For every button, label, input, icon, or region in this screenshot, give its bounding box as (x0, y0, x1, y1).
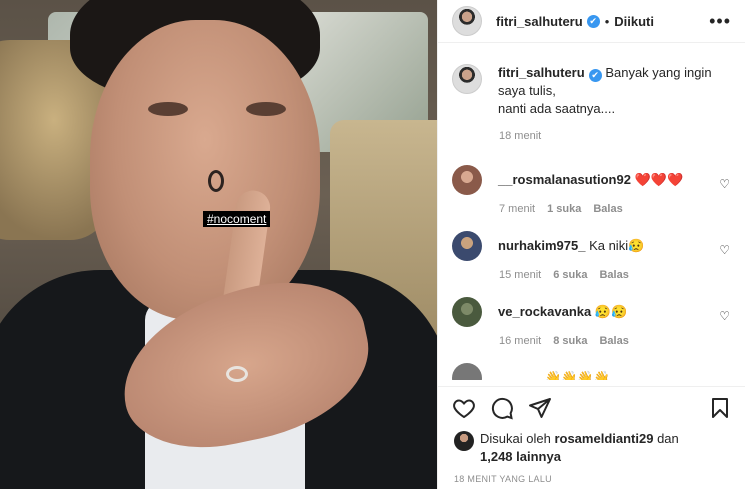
comment-reply-button[interactable]: Balas (599, 269, 628, 281)
comment-text: 😥😥 (594, 304, 628, 319)
post-side-panel: fitri_salhuteru ✔ • Diikuti ••• fitri_sa… (437, 0, 745, 489)
comment-item: nurhakim975_ Ka niki😥 ♡ (452, 231, 730, 261)
comment-like-heart-icon[interactable]: ♡ (719, 177, 730, 191)
comment-time: 15 menit (499, 269, 542, 281)
caption-line-1: Banyak yang ingin (605, 65, 712, 80)
right-eye (246, 102, 286, 116)
verified-badge-icon: ✔ (586, 14, 600, 28)
comment-item: ve_rockavanka 😥😥 ♡ (452, 297, 730, 327)
likes-count[interactable]: 1,248 lainnya (480, 449, 561, 464)
comment-likes-count[interactable]: 6 suka (553, 269, 587, 281)
left-eye (148, 102, 188, 116)
comment-avatar[interactable] (452, 297, 482, 327)
hashtag-sticker[interactable]: #nocoment (203, 211, 271, 227)
separator-dot: • (604, 13, 610, 29)
post-timestamp[interactable]: 18 MENIT YANG LALU (454, 474, 552, 484)
finger-ring (226, 366, 248, 382)
comment-text: Ka niki😥 (589, 238, 645, 253)
comment-avatar[interactable] (452, 231, 482, 261)
comment-time: 7 menit (499, 203, 536, 215)
comment-meta: 15 menit 6 suka Balas (499, 269, 730, 281)
verified-badge-icon: ✔ (588, 69, 602, 82)
author-avatar[interactable] (452, 6, 482, 36)
share-icon[interactable] (528, 396, 552, 420)
liker-avatar[interactable] (454, 431, 474, 451)
heart-icon[interactable] (452, 396, 476, 420)
nose-ring (208, 170, 224, 192)
caption-line-3: nanti ada saatnya.... (498, 101, 616, 116)
comment-username[interactable]: nurhakim975_ (498, 238, 585, 253)
comment-time: 16 menit (499, 335, 542, 347)
comments-list[interactable]: fitri_salhuteru ✔ Banyak yang ingin saya … (438, 44, 745, 380)
comment-username[interactable]: __rosmalanasution92 (498, 172, 631, 187)
likes-prefix: Disukai oleh (480, 431, 551, 446)
post-photo[interactable]: #nocoment (0, 0, 437, 489)
caption: fitri_salhuteru ✔ Banyak yang ingin saya … (452, 64, 730, 118)
comment-likes-count[interactable]: 1 suka (547, 203, 581, 215)
comment-text: 👋👋👋👋 (545, 370, 610, 380)
comment-reply-button[interactable]: Balas (593, 203, 622, 215)
caption-time: 18 menit (499, 130, 542, 142)
caption-avatar[interactable] (452, 64, 482, 94)
comment-like-heart-icon[interactable]: ♡ (719, 309, 730, 323)
caption-text: fitri_salhuteru ✔ Banyak yang ingin saya … (498, 64, 712, 118)
follow-status-button[interactable]: Diikuti (614, 14, 654, 29)
post-header: fitri_salhuteru ✔ • Diikuti ••• (438, 0, 745, 43)
comment-username[interactable]: ______ (498, 370, 541, 380)
liker-username[interactable]: rosameldianti29 (554, 431, 653, 446)
comment-item: ______ 👋👋👋👋 (452, 363, 730, 380)
comment-username[interactable]: ve_rockavanka (498, 304, 591, 319)
likes-conj: dan (657, 431, 679, 446)
comment-meta: 16 menit 8 suka Balas (499, 335, 730, 347)
face (90, 20, 320, 320)
caption-username[interactable]: fitri_salhuteru (498, 65, 585, 80)
likes-summary: Disukai oleh rosameldianti29 dan 1,248 l… (454, 430, 734, 466)
more-dots-icon[interactable]: ••• (709, 11, 731, 32)
bookmark-icon[interactable] (708, 396, 732, 420)
comment-meta: 7 menit 1 suka Balas (499, 203, 730, 215)
comment-avatar[interactable] (452, 363, 482, 380)
comment-avatar[interactable] (452, 165, 482, 195)
comment-item: __rosmalanasution92 ❤️❤️❤️ ♡ (452, 165, 730, 195)
comment-icon[interactable] (490, 396, 514, 420)
comment-like-heart-icon[interactable]: ♡ (719, 243, 730, 257)
action-bar (438, 386, 745, 428)
comment-likes-count[interactable]: 8 suka (553, 335, 587, 347)
comment-text: ❤️❤️❤️ (634, 172, 684, 187)
comment-reply-button[interactable]: Balas (599, 335, 628, 347)
caption-line-2: saya tulis, (498, 83, 556, 98)
author-username[interactable]: fitri_salhuteru (496, 14, 583, 29)
